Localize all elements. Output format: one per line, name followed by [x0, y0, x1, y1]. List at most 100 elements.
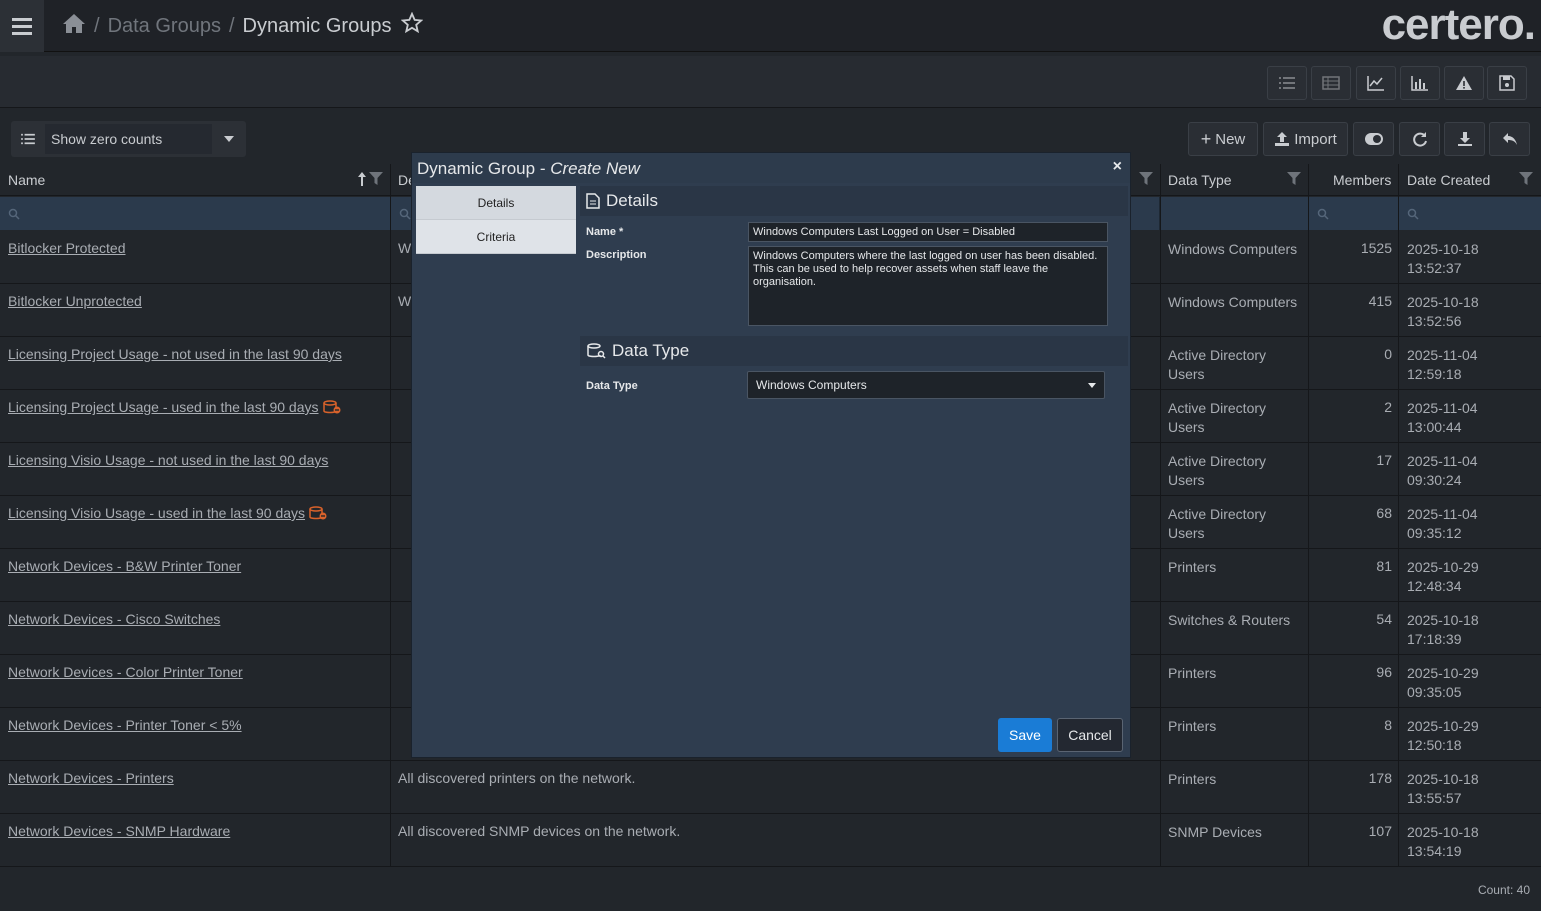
group-date-created: 2025-10-29 09:35:05 — [1407, 664, 1479, 702]
group-date-created: 2025-11-04 09:35:12 — [1407, 505, 1478, 543]
import-button[interactable]: Import — [1263, 122, 1348, 156]
data-type-label: Data Type — [586, 380, 638, 392]
table-view-button[interactable] — [1311, 66, 1351, 100]
show-zero-counts-label: Show zero counts — [45, 124, 212, 154]
home-icon[interactable] — [62, 12, 86, 40]
group-name-link[interactable]: Bitlocker Unprotected — [8, 293, 142, 309]
refresh-button[interactable] — [1399, 122, 1440, 156]
data-type-select[interactable]: Windows Computers — [747, 371, 1105, 399]
save-button[interactable]: Save — [998, 718, 1052, 752]
description-field[interactable]: Windows Computers where the last logged … — [748, 246, 1108, 326]
bar-chart-icon — [1411, 76, 1428, 91]
group-data-type: Windows Computers — [1168, 240, 1308, 259]
show-zero-counts-select[interactable]: Show zero counts — [11, 121, 246, 157]
group-members: 415 — [1368, 293, 1392, 309]
group-name-link[interactable]: Network Devices - Printers — [8, 770, 174, 786]
toggle-button[interactable] — [1353, 122, 1394, 156]
close-icon[interactable]: × — [1113, 158, 1122, 176]
page-title: Dynamic Groups — [242, 14, 392, 37]
group-name-link[interactable]: Network Devices - Color Printer Toner — [8, 664, 243, 680]
chevron-down-icon — [212, 136, 246, 142]
sort-ascending-icon[interactable] — [357, 171, 367, 190]
group-name-link[interactable]: Licensing Project Usage - not used in th… — [8, 346, 342, 362]
dialog-title: Dynamic Group - Create New — [417, 159, 640, 178]
breadcrumb: / Data Groups / Dynamic Groups — [62, 11, 424, 40]
column-divider — [1398, 164, 1399, 866]
column-header-members[interactable]: Members — [1333, 172, 1391, 188]
star-icon[interactable] — [401, 11, 424, 40]
date-line: 12:48:34 — [1407, 578, 1462, 594]
table-row[interactable]: Network Devices - Printers All discovered… — [0, 761, 1541, 814]
filter-icon[interactable] — [1519, 172, 1533, 189]
cancel-button[interactable]: Cancel — [1057, 718, 1123, 752]
date-line: 13:52:37 — [1407, 260, 1462, 276]
toggle-icon — [1364, 133, 1383, 145]
group-members: 0 — [1384, 346, 1392, 362]
group-members: 96 — [1376, 664, 1392, 680]
data-type-line: Printers — [1168, 559, 1217, 575]
group-name-link[interactable]: Licensing Visio Usage - not used in the … — [8, 452, 328, 468]
top-bar: / Data Groups / Dynamic Groups certero. — [0, 0, 1541, 52]
data-type-line: Switches & Routers — [1168, 612, 1291, 628]
group-date-created: 2025-11-04 09:30:24 — [1407, 452, 1478, 490]
group-members: 1525 — [1360, 240, 1392, 256]
data-type-search-input[interactable] — [1160, 197, 1309, 230]
group-data-type: Printers — [1168, 664, 1308, 683]
tab-details[interactable]: Details — [416, 186, 576, 220]
group-name-link[interactable]: Bitlocker Protected — [8, 240, 126, 256]
filter-icon[interactable] — [369, 172, 383, 189]
data-type-value: Windows Computers — [756, 378, 867, 392]
group-name-text: Licensing Project Usage - not used in th… — [8, 346, 342, 362]
column-header-name[interactable]: Name — [8, 172, 45, 188]
certero-logo: certero. — [1381, 0, 1536, 49]
date-line: 09:35:05 — [1407, 684, 1462, 700]
date-line: 13:00:44 — [1407, 419, 1462, 435]
new-label: New — [1215, 130, 1246, 148]
download-icon — [1457, 132, 1472, 146]
save-view-button[interactable] — [1487, 66, 1527, 100]
group-name-link[interactable]: Licensing Visio Usage - used in the last… — [8, 505, 327, 521]
group-description: All discovered printers on the network. — [398, 770, 636, 786]
group-name-link[interactable]: Network Devices - SNMP Hardware — [8, 823, 230, 839]
group-name-text: Licensing Visio Usage - not used in the … — [8, 452, 329, 468]
group-data-type: Printers — [1168, 558, 1308, 577]
filter-icon[interactable] — [1287, 172, 1301, 189]
group-name-text: Network Devices - SNMP Hardware — [8, 823, 231, 839]
alert-button[interactable] — [1444, 66, 1484, 100]
new-button[interactable]: + New — [1188, 122, 1258, 156]
back-button[interactable] — [1489, 122, 1530, 156]
undo-icon — [1502, 133, 1517, 145]
database-warning-icon — [322, 400, 341, 414]
list-view-button[interactable] — [1267, 66, 1307, 100]
group-name-link[interactable]: Licensing Project Usage - used in the la… — [8, 399, 341, 415]
date-line: 2025-11-04 — [1407, 506, 1478, 522]
members-search-input[interactable] — [1309, 197, 1399, 230]
group-members: 107 — [1368, 823, 1392, 839]
list-icon — [11, 133, 45, 145]
group-name-text: Licensing Visio Usage - used in the last… — [8, 505, 306, 521]
download-button[interactable] — [1444, 122, 1485, 156]
group-name-link[interactable]: Network Devices - Cisco Switches — [8, 611, 220, 627]
line-chart-button[interactable] — [1356, 66, 1396, 100]
group-date-created: 2025-10-18 13:52:37 — [1407, 240, 1479, 278]
group-name-link[interactable]: Network Devices - B&W Printer Toner — [8, 558, 241, 574]
group-data-type: Active Directory Users — [1168, 346, 1308, 384]
name-search-input[interactable] — [0, 197, 391, 230]
name-field[interactable]: Windows Computers Last Logged on User = … — [748, 222, 1108, 242]
data-type-line: SNMP Devices — [1168, 824, 1262, 840]
date-line: 2025-10-29 — [1407, 718, 1479, 734]
date-search-input[interactable] — [1399, 197, 1541, 230]
dialog-header: Dynamic Group - Create New × — [412, 153, 1130, 183]
group-name-text: Network Devices - Color Printer Toner — [8, 664, 243, 680]
breadcrumb-data-groups[interactable]: Data Groups — [108, 15, 221, 38]
data-type-line: Active Directory — [1168, 506, 1267, 522]
bar-chart-button[interactable] — [1400, 66, 1440, 100]
group-data-type: Active Directory Users — [1168, 452, 1308, 490]
column-header-data-type[interactable]: Data Type — [1168, 172, 1232, 188]
column-header-date-created[interactable]: Date Created — [1407, 172, 1490, 188]
tab-criteria[interactable]: Criteria — [416, 220, 576, 254]
filter-icon[interactable] — [1139, 172, 1153, 189]
menu-icon[interactable] — [0, 0, 44, 52]
group-name-link[interactable]: Network Devices - Printer Toner < 5% — [8, 717, 242, 733]
table-row[interactable]: Network Devices - SNMP Hardware All disco… — [0, 814, 1541, 867]
